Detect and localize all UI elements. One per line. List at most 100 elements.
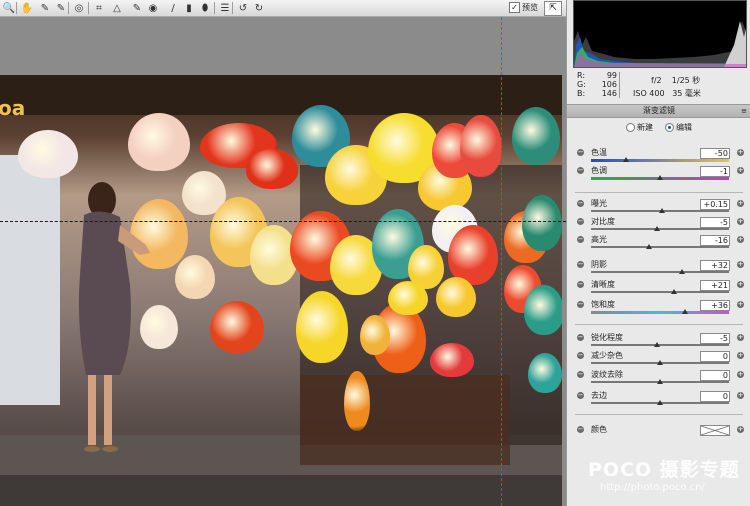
red-eye-icon[interactable]: ◉: [146, 1, 160, 15]
plus-icon[interactable]: +: [737, 281, 744, 288]
section-divider: [575, 324, 743, 325]
slider-value-field[interactable]: 0: [700, 391, 730, 402]
histogram: [573, 0, 747, 68]
gradient-edge-line[interactable]: [501, 17, 502, 506]
slider-track[interactable]: [591, 291, 729, 293]
slider-thumb[interactable]: [653, 226, 660, 231]
slider-track[interactable]: [591, 344, 729, 346]
plus-icon[interactable]: +: [737, 167, 744, 174]
fullscreen-button[interactable]: ⇱: [544, 1, 562, 16]
slider-value-field[interactable]: +21: [700, 280, 730, 291]
slider-track[interactable]: [591, 246, 729, 248]
slider-value-field[interactable]: +36: [700, 300, 730, 311]
gradient-guide-line[interactable]: [0, 221, 566, 222]
slider-value-field[interactable]: 0: [700, 351, 730, 362]
mode-new-radio[interactable]: 新建: [626, 122, 653, 133]
plus-icon[interactable]: +: [737, 392, 744, 399]
slider-track[interactable]: [591, 159, 729, 162]
slider-thumb[interactable]: [671, 289, 678, 294]
toolbar-separator: [88, 2, 89, 14]
g-value: 106: [601, 80, 617, 89]
target-adjust-icon[interactable]: ◎: [72, 1, 86, 15]
slider-value-field[interactable]: -5: [700, 333, 730, 344]
plus-icon[interactable]: +: [737, 371, 744, 378]
minus-icon[interactable]: −: [577, 149, 584, 156]
mask-mode-row: 新建 编辑: [567, 120, 750, 134]
iso-value: ISO 400: [633, 89, 665, 98]
slider-thumb[interactable]: [645, 244, 652, 249]
g-label: G:: [577, 80, 586, 89]
spot-removal-icon[interactable]: ✎: [130, 1, 144, 15]
slider-row: − 去边 0 +: [567, 391, 750, 409]
minus-icon[interactable]: −: [577, 301, 584, 308]
toolbar-separator: [214, 2, 215, 14]
plus-icon[interactable]: +: [737, 301, 744, 308]
slider-thumb[interactable]: [653, 342, 660, 347]
slider-thumb[interactable]: [659, 208, 666, 213]
plus-icon[interactable]: +: [737, 236, 744, 243]
slider-value-field[interactable]: +0.15: [700, 199, 730, 210]
minus-icon[interactable]: −: [577, 352, 584, 359]
radio-new-icon[interactable]: [626, 122, 635, 132]
toolbar-separator: [16, 2, 17, 14]
plus-icon[interactable]: +: [737, 352, 744, 359]
hand-icon[interactable]: ✋: [20, 1, 34, 15]
slider-track[interactable]: [591, 311, 729, 314]
preview-checkbox[interactable]: ✓ 预览: [509, 2, 538, 13]
crop-icon[interactable]: ⌗: [92, 1, 106, 15]
slider-label: 高光: [591, 235, 607, 244]
graduated-filter-icon[interactable]: ▮: [182, 1, 196, 15]
slider-value-field[interactable]: 0: [700, 370, 730, 381]
panel-menu-icon[interactable]: ≡: [741, 105, 747, 117]
b-value: 146: [601, 89, 617, 98]
slider-value-field[interactable]: -5: [700, 217, 730, 228]
plus-icon[interactable]: +: [737, 334, 744, 341]
slider-row: − 波纹去除 0 +: [567, 370, 750, 388]
plus-icon[interactable]: +: [737, 200, 744, 207]
eyedropper-icon[interactable]: ✎: [38, 1, 52, 15]
exposure-info: f/2 1/25 秒: [651, 75, 700, 86]
slider-thumb[interactable]: [622, 157, 629, 162]
minus-icon[interactable]: −: [577, 281, 584, 288]
minus-icon[interactable]: −: [577, 167, 584, 174]
minus-icon[interactable]: −: [577, 261, 584, 268]
color-swatch[interactable]: [700, 425, 730, 436]
slider-thumb[interactable]: [657, 379, 663, 384]
minus-icon[interactable]: −: [577, 236, 584, 243]
magnifier-icon[interactable]: 🔍: [2, 1, 16, 15]
radio-edit-icon[interactable]: [665, 122, 674, 132]
slider-label: 色温: [591, 148, 607, 157]
slider-thumb[interactable]: [657, 400, 663, 405]
minus-icon[interactable]: −: [577, 392, 584, 399]
slider-thumb[interactable]: [679, 269, 686, 274]
slider-thumb[interactable]: [657, 360, 663, 365]
rotate-left-icon[interactable]: ↺: [236, 1, 250, 15]
b-label: B:: [577, 89, 586, 98]
brush-icon[interactable]: /: [166, 1, 180, 15]
color-sampler-icon[interactable]: ✎: [54, 1, 68, 15]
slider-value-field[interactable]: +32: [700, 260, 730, 271]
slider-value-field[interactable]: -16: [700, 235, 730, 246]
minus-icon[interactable]: −: [577, 218, 584, 225]
color-label: 颜色: [591, 425, 607, 434]
panel-title-bar: 渐变滤镜 ≡: [567, 104, 750, 118]
slider-value-field[interactable]: -50: [700, 148, 730, 159]
plus-icon[interactable]: +: [737, 218, 744, 225]
list-icon[interactable]: ☰: [218, 1, 232, 15]
plus-icon[interactable]: +: [737, 261, 744, 268]
slider-thumb[interactable]: [681, 309, 688, 314]
image-canvas[interactable]: oa: [0, 17, 566, 506]
slider-thumb[interactable]: [656, 175, 663, 180]
rotate-right-icon[interactable]: ↻: [252, 1, 266, 15]
minus-icon[interactable]: −: [577, 371, 584, 378]
minus-icon[interactable]: −: [577, 200, 584, 207]
preview-check-icon[interactable]: ✓: [509, 2, 520, 13]
radial-filter-icon[interactable]: ⬮: [198, 1, 212, 15]
slider-track[interactable]: [591, 271, 729, 273]
plus-icon[interactable]: +: [737, 149, 744, 156]
slider-value-field[interactable]: -1: [700, 166, 730, 177]
straighten-icon[interactable]: △: [110, 1, 124, 15]
minus-icon[interactable]: −: [577, 334, 584, 341]
slider-track[interactable]: [591, 228, 729, 230]
mode-edit-radio[interactable]: 编辑: [665, 122, 692, 133]
